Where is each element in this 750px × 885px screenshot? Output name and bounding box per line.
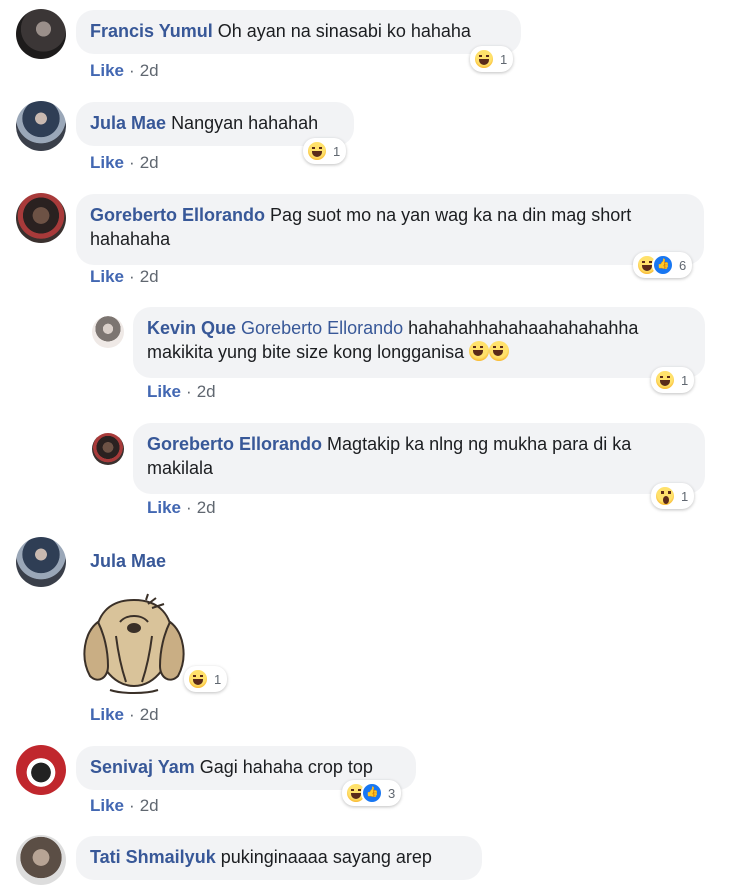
separator-dot: · [129, 705, 135, 724]
comment-author[interactable]: Jula Mae [90, 551, 166, 572]
wow-reaction-icon [654, 485, 676, 507]
avatar[interactable] [92, 316, 124, 348]
comment-text: Gagi hahaha crop top [199, 757, 373, 777]
like-link[interactable]: Like [90, 705, 124, 724]
comment-author[interactable]: Goreberto Ellorando [147, 434, 322, 454]
comment-timestamp[interactable]: 2d [140, 267, 159, 286]
separator-dot: · [129, 61, 135, 80]
haha-reaction-icon [187, 668, 209, 690]
comment-text-line2: hahahaha [90, 229, 171, 249]
comment-author[interactable]: Tati Shmailyuk [90, 847, 216, 867]
avatar[interactable] [16, 193, 66, 243]
comment-author[interactable]: Kevin Que [147, 318, 236, 338]
comment-text: Oh ayan na sinasabi ko hahaha [217, 21, 471, 41]
like-reaction-icon [652, 254, 674, 276]
comment-actions: Like · 2d [90, 796, 159, 816]
separator-dot: · [129, 153, 135, 172]
comment-timestamp[interactable]: 2d [140, 705, 159, 724]
comment-text: hahahahhahahaahahahahha [408, 318, 639, 338]
haha-reaction-icon [654, 369, 676, 391]
reply-bubble: Goreberto Ellorando Magtakip ka nlng ng … [133, 423, 705, 494]
comment-actions: Like · 2d [147, 498, 216, 518]
comment-actions: Like · 2d [90, 153, 159, 173]
reaction-summary[interactable]: 6 [633, 252, 693, 278]
reaction-summary[interactable]: 1 [184, 666, 228, 692]
avatar[interactable] [16, 9, 66, 59]
comment-actions: Like · 2d [147, 382, 216, 402]
reaction-count: 1 [333, 143, 341, 159]
reaction-count: 3 [388, 785, 396, 801]
separator-dot: · [129, 267, 135, 286]
avatar[interactable] [16, 835, 66, 885]
reply-bubble: Kevin Que Goreberto Ellorando hahahahhah… [133, 307, 705, 378]
like-link[interactable]: Like [90, 153, 124, 172]
separator-dot: · [186, 498, 192, 517]
comment-timestamp[interactable]: 2d [140, 61, 159, 80]
like-link[interactable]: Like [90, 61, 124, 80]
avatar[interactable] [16, 537, 66, 587]
like-reaction-icon [361, 782, 383, 804]
haha-reaction-icon [473, 48, 495, 70]
comment-timestamp[interactable]: 2d [140, 153, 159, 172]
reaction-count: 1 [500, 51, 508, 67]
avatar[interactable] [16, 745, 66, 795]
separator-dot: · [186, 382, 192, 401]
comment-actions: Like · 2d [90, 705, 159, 725]
comment-timestamp[interactable]: 2d [140, 796, 159, 815]
mention-link[interactable]: Goreberto Ellorando [241, 318, 403, 338]
comment-text: pukinginaaaa sayang arep [220, 847, 432, 867]
comment-author[interactable]: Jula Mae [90, 113, 166, 133]
reaction-summary[interactable]: 1 [470, 46, 514, 72]
like-link[interactable]: Like [90, 267, 124, 286]
comment-bubble: Francis Yumul Oh ayan na sinasabi ko hah… [76, 10, 521, 54]
like-link[interactable]: Like [147, 498, 181, 517]
comment-bubble: Tati Shmailyuk pukinginaaaa sayang arep [76, 836, 482, 880]
comment-bubble: Goreberto Ellorando Pag suot mo na yan w… [76, 194, 704, 265]
comment-actions: Like · 2d [90, 267, 159, 287]
reaction-count: 1 [681, 372, 689, 388]
reaction-summary[interactable]: 1 [303, 138, 347, 164]
crying-dog-sticker [83, 593, 185, 694]
reaction-count: 1 [214, 671, 222, 687]
comment-author[interactable]: Senivaj Yam [90, 757, 195, 777]
haha-reaction-icon [306, 140, 328, 162]
comment-text: Magtakip ka nlng ng mukha para di ka [327, 434, 632, 454]
comment-text-line2: makilala [147, 458, 214, 478]
reaction-count: 6 [679, 257, 687, 273]
avatar[interactable] [16, 101, 66, 151]
avatar[interactable] [92, 433, 124, 465]
comment-text-line2: makikita yung bite size kong longganisa [147, 342, 465, 362]
comment-actions: Like · 2d [90, 61, 159, 81]
comment-timestamp[interactable]: 2d [197, 498, 216, 517]
reaction-summary[interactable]: 3 [342, 780, 402, 806]
comment-author[interactable]: Goreberto Ellorando [90, 205, 265, 225]
reaction-summary[interactable]: 1 [651, 367, 695, 393]
comment-author[interactable]: Francis Yumul [90, 21, 213, 41]
like-link[interactable]: Like [90, 796, 124, 815]
laughing-emoji-icon [489, 341, 510, 361]
reaction-count: 1 [681, 488, 689, 504]
reaction-summary[interactable]: 1 [651, 483, 695, 509]
comment-timestamp[interactable]: 2d [197, 382, 216, 401]
comment-text: Nangyan hahahah [171, 113, 319, 133]
like-link[interactable]: Like [147, 382, 181, 401]
comment-text: Pag suot mo na yan wag ka na din mag sho… [270, 205, 632, 225]
laughing-emoji-icon [469, 341, 490, 361]
separator-dot: · [129, 796, 135, 815]
